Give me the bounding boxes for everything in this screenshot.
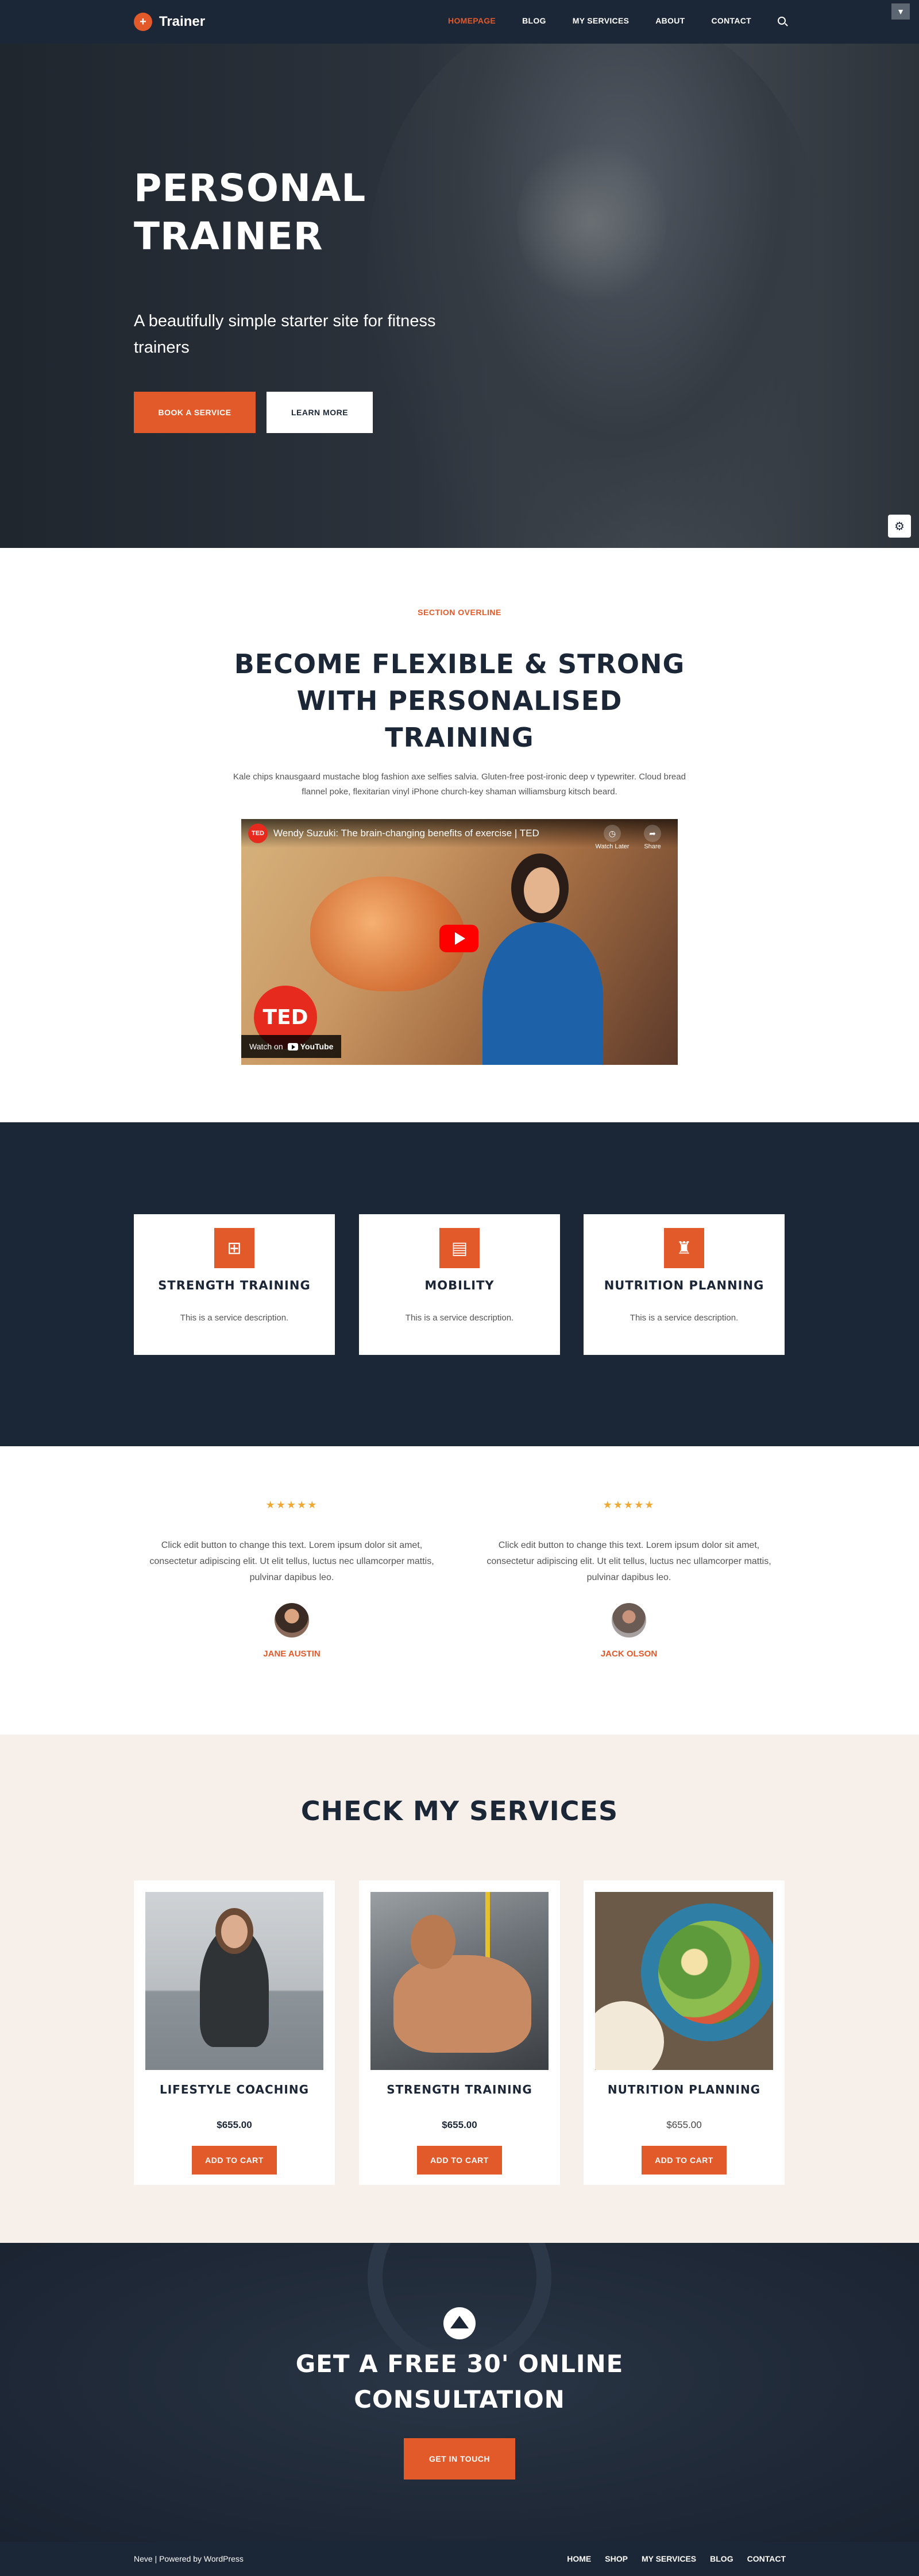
gear-icon[interactable]: ⚙ <box>888 515 911 538</box>
learn-more-button[interactable]: LEARN MORE <box>267 392 373 433</box>
product-image[interactable] <box>595 1892 773 2070</box>
testimonials-section: ★★★★★ Click edit button to change this t… <box>0 1446 919 1735</box>
site-logo[interactable]: + Trainer <box>134 13 205 31</box>
product-image[interactable] <box>370 1892 549 2070</box>
watch-later-label: Watch Later <box>595 843 630 850</box>
cta-title: GET A FREE 30' ONLINE CONSULTATION <box>295 2350 624 2413</box>
intro-text: Kale chips knausgaard mustache blog fash… <box>233 772 686 797</box>
footer-nav-contact[interactable]: CONTACT <box>747 2554 786 2563</box>
site-header: + Trainer HOMEPAGE BLOG MY SERVICES ABOU… <box>0 0 919 44</box>
add-to-cart-button[interactable]: ADD TO CART <box>192 2146 277 2175</box>
add-to-cart-button[interactable]: ADD TO CART <box>417 2146 502 2175</box>
mountain-icon <box>443 2307 476 2339</box>
testimonial: ★★★★★ Click edit button to change this t… <box>480 1499 778 1659</box>
youtube-logo: YouTube <box>287 1042 333 1051</box>
product-price: $655.00 <box>666 2119 702 2130</box>
star-rating: ★★★★★ <box>603 1499 655 1511</box>
service-card: ⊞ STRENGTH TRAINING This is a service de… <box>134 1214 335 1355</box>
nav-my-services[interactable]: MY SERVICES <box>573 16 629 25</box>
clock-icon: ◷ <box>604 825 621 842</box>
service-title: STRENGTH TRAINING <box>158 1279 311 1292</box>
avatar <box>275 1603 309 1637</box>
logo-cross-icon: + <box>134 13 152 31</box>
shop-section: CHECK MY SERVICES LIFESTYLE COACHING $65… <box>0 1735 919 2243</box>
service-title: NUTRITION PLANNING <box>604 1279 764 1292</box>
testimonial-text: Click edit button to change this text. L… <box>149 1540 434 1582</box>
testimonial-name: JACK OLSON <box>600 1649 658 1659</box>
speaker-image <box>471 853 615 1065</box>
service-card: ♜ NUTRITION PLANNING This is a service d… <box>584 1214 785 1355</box>
footer-nav-home[interactable]: HOME <box>567 2554 591 2563</box>
watch-later-control[interactable]: ◷ Watch Later <box>595 825 630 850</box>
product-image[interactable] <box>145 1892 323 2070</box>
hero-section: PERSONAL TRAINER A beautifully simple st… <box>0 44 919 548</box>
product-name[interactable]: NUTRITION PLANNING <box>584 2083 785 2096</box>
share-icon: ➦ <box>644 825 661 842</box>
product-name[interactable]: LIFESTYLE COACHING <box>134 2083 335 2096</box>
logo-text: Trainer <box>159 14 206 29</box>
cta-section: GET A FREE 30' ONLINE CONSULTATION GET I… <box>0 2243 919 2542</box>
nav-about[interactable]: ABOUT <box>655 16 685 25</box>
product-price: $655.00 <box>442 2119 477 2130</box>
channel-avatar[interactable]: TED <box>248 824 268 843</box>
product-price: $655.00 <box>217 2119 252 2130</box>
testimonial: ★★★★★ Click edit button to change this t… <box>142 1499 441 1659</box>
shop-title: CHECK MY SERVICES <box>300 1795 619 1826</box>
footer-nav-my-services[interactable]: MY SERVICES <box>642 2554 696 2563</box>
watch-on-youtube[interactable]: Watch on YouTube <box>241 1035 342 1058</box>
footer-nav: HOME SHOP MY SERVICES BLOG CONTACT <box>567 2554 786 2563</box>
avatar <box>612 1603 646 1637</box>
service-description: This is a service description. <box>630 1313 739 1323</box>
search-icon[interactable] <box>778 17 786 25</box>
nav-homepage[interactable]: HOMEPAGE <box>448 16 496 25</box>
nav-contact[interactable]: CONTACT <box>712 16 752 25</box>
testimonial-text: Click edit button to change this text. L… <box>486 1540 771 1582</box>
intro-section: SECTION OVERLINE BECOME FLEXIBLE & STRON… <box>0 548 919 1122</box>
add-to-cart-button[interactable]: ADD TO CART <box>642 2146 727 2175</box>
footer-nav-shop[interactable]: SHOP <box>605 2554 628 2563</box>
hero-background-detail <box>517 136 666 308</box>
testimonial-name: JANE AUSTIN <box>263 1649 321 1659</box>
footer-credit: Neve | Powered by WordPress <box>134 2554 244 2563</box>
product-card: LIFESTYLE COACHING $655.00 ADD TO CART <box>134 1880 335 2185</box>
hero-subtitle: A beautifully simple starter site for fi… <box>134 312 436 357</box>
services-section: ⊞ STRENGTH TRAINING This is a service de… <box>0 1122 919 1446</box>
watch-on-label: Watch on <box>249 1042 283 1051</box>
document-icon: ▤ <box>439 1228 480 1268</box>
service-description: This is a service description. <box>180 1313 289 1323</box>
service-description: This is a service description. <box>405 1313 514 1323</box>
video-title[interactable]: Wendy Suzuki: The brain-changing benefit… <box>273 828 539 839</box>
intro-title: BECOME FLEXIBLE & STRONG WITH PERSONALIS… <box>234 648 685 753</box>
product-name[interactable]: STRENGTH TRAINING <box>359 2083 560 2096</box>
video-embed[interactable]: TED Wendy Suzuki: The brain-changing ben… <box>241 819 678 1065</box>
section-overline: SECTION OVERLINE <box>418 608 501 617</box>
trophy-icon: ♜ <box>664 1228 704 1268</box>
star-rating: ★★★★★ <box>265 1499 318 1511</box>
dumbbell-icon: ⊞ <box>214 1228 254 1268</box>
nav-blog[interactable]: BLOG <box>522 16 546 25</box>
service-card: ▤ MOBILITY This is a service description… <box>359 1214 560 1355</box>
share-label: Share <box>644 843 661 850</box>
get-in-touch-button[interactable]: GET IN TOUCH <box>404 2438 515 2480</box>
youtube-icon <box>287 1042 298 1051</box>
chevron-down-icon[interactable]: ▼ <box>891 3 910 20</box>
product-card: STRENGTH TRAINING $655.00 ADD TO CART <box>359 1880 560 2185</box>
hero-title: PERSONAL TRAINER <box>134 166 366 258</box>
footer-nav-blog[interactable]: BLOG <box>710 2554 733 2563</box>
service-title: MOBILITY <box>424 1279 495 1292</box>
share-control[interactable]: ➦ Share <box>635 825 670 850</box>
product-card: NUTRITION PLANNING $655.00 ADD TO CART <box>584 1880 785 2185</box>
main-nav: HOMEPAGE BLOG MY SERVICES ABOUT CONTACT <box>448 16 786 25</box>
play-icon[interactable] <box>439 925 478 952</box>
book-service-button[interactable]: BOOK A SERVICE <box>134 392 256 433</box>
site-footer: Neve | Powered by WordPress HOME SHOP MY… <box>0 2542 919 2576</box>
